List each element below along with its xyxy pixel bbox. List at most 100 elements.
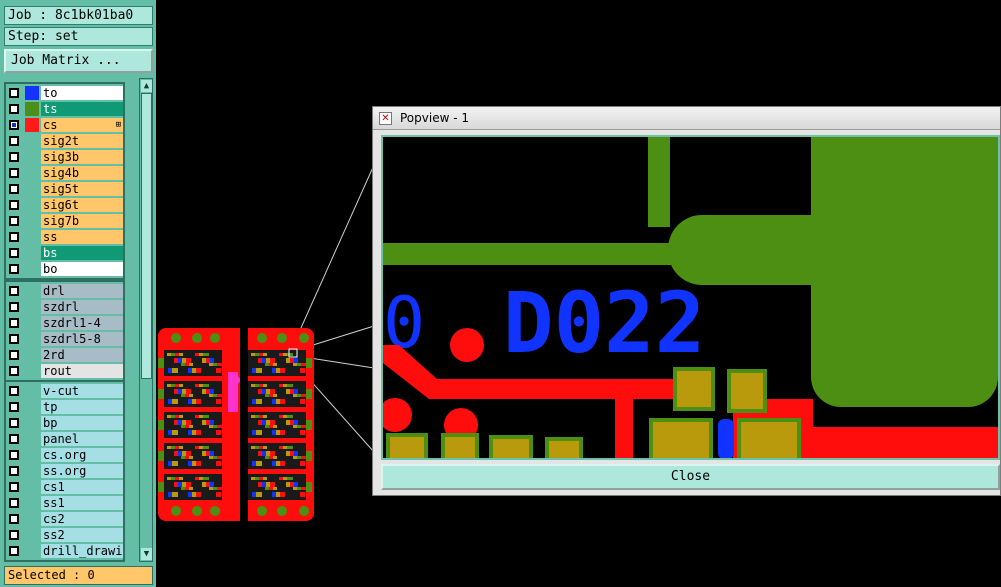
layer-checkbox[interactable] xyxy=(9,248,19,258)
layer-row-drl[interactable]: drl xyxy=(6,283,123,299)
layer-row-bo[interactable]: bo xyxy=(6,261,123,277)
layer-checkbox[interactable] xyxy=(9,184,19,194)
layer-checkbox[interactable] xyxy=(9,402,19,412)
layer-row-sig4b[interactable]: sig4b xyxy=(6,165,123,181)
layer-row-sig2t[interactable]: sig2t xyxy=(6,133,123,149)
layer-row-sig6t[interactable]: sig6t xyxy=(6,197,123,213)
layer-row-cs[interactable]: cs ⊞ xyxy=(6,117,123,133)
layer-checkbox[interactable] xyxy=(9,450,19,460)
layer-name[interactable]: drill_drawing xyxy=(41,544,123,558)
layer-row-szdrl5-8[interactable]: szdrl5-8 xyxy=(6,331,123,347)
layer-checkbox[interactable] xyxy=(9,514,19,524)
layer-row-ss[interactable]: ss xyxy=(6,229,123,245)
layer-checkbox[interactable] xyxy=(9,264,19,274)
layer-expand-icon[interactable]: ⊞ xyxy=(116,118,121,132)
layer-row-ss2[interactable]: ss2 xyxy=(6,527,123,543)
layer-row-ts[interactable]: ts xyxy=(6,101,123,117)
layer-checkbox[interactable] xyxy=(9,302,19,312)
layer-row-drill_drawing[interactable]: drill_drawing xyxy=(6,543,123,559)
scroll-thumb[interactable] xyxy=(141,93,152,379)
layer-name[interactable]: bs xyxy=(41,246,123,260)
layer-checkbox[interactable] xyxy=(9,334,19,344)
layer-name[interactable]: sig3b xyxy=(41,150,123,164)
layer-row-tp[interactable]: tp xyxy=(6,399,123,415)
popview-titlebar[interactable]: ✕ Popview - 1 xyxy=(373,107,1000,130)
layer-color-swatch[interactable] xyxy=(25,118,39,132)
layer-row-panel[interactable]: panel xyxy=(6,431,123,447)
layer-checkbox[interactable] xyxy=(9,350,19,360)
popview-zoom-area[interactable]: 0 D022 xyxy=(381,135,1000,460)
layer-name[interactable]: tp xyxy=(41,400,123,414)
layer-row-to[interactable]: to xyxy=(6,85,123,101)
layer-row-cs2[interactable]: cs2 xyxy=(6,511,123,527)
layer-checkbox[interactable] xyxy=(9,466,19,476)
layer-row-sig7b[interactable]: sig7b xyxy=(6,213,123,229)
scroll-down-icon[interactable]: ▼ xyxy=(141,548,152,560)
layer-name[interactable]: sig4b xyxy=(41,166,123,180)
layer-row-szdrl[interactable]: szdrl xyxy=(6,299,123,315)
layer-name[interactable]: cs1 xyxy=(41,480,123,494)
layer-checkbox[interactable] xyxy=(9,318,19,328)
layer-name[interactable]: szdrl1-4 xyxy=(41,316,123,330)
layer-row-v-cut[interactable]: v-cut xyxy=(6,383,123,399)
layer-name[interactable]: bo xyxy=(41,262,123,276)
layer-checkbox[interactable] xyxy=(9,168,19,178)
layer-row-bp[interactable]: bp xyxy=(6,415,123,431)
layer-checkbox[interactable] xyxy=(9,530,19,540)
layer-name[interactable]: ss1 xyxy=(41,496,123,510)
layer-row-bs[interactable]: bs xyxy=(6,245,123,261)
layer-color-swatch[interactable] xyxy=(25,86,39,100)
layer-name[interactable]: cs ⊞ xyxy=(41,118,123,132)
layer-checkbox[interactable] xyxy=(9,546,19,556)
layer-name[interactable]: to xyxy=(41,86,123,100)
layer-name[interactable]: ss xyxy=(41,230,123,244)
layer-scrollbar[interactable]: ▲ ▼ xyxy=(139,78,153,562)
close-button[interactable]: Close xyxy=(381,464,1000,490)
layer-name[interactable]: 2rd xyxy=(41,348,123,362)
job-name: Job : 8c1bk01ba0 xyxy=(4,6,153,25)
layer-name[interactable]: bp xyxy=(41,416,123,430)
layer-name[interactable]: ss.org xyxy=(41,464,123,478)
layer-row-2rd[interactable]: 2rd xyxy=(6,347,123,363)
layer-row-szdrl1-4[interactable]: szdrl1-4 xyxy=(6,315,123,331)
layer-name[interactable]: ts xyxy=(41,102,123,116)
layer-row-ss.org[interactable]: ss.org xyxy=(6,463,123,479)
job-matrix-button[interactable]: Job Matrix ... xyxy=(4,49,153,73)
layer-checkbox[interactable] xyxy=(9,482,19,492)
layer-row-sig3b[interactable]: sig3b xyxy=(6,149,123,165)
layer-name[interactable]: drl xyxy=(41,284,123,298)
scroll-up-icon[interactable]: ▲ xyxy=(141,80,152,92)
layer-checkbox[interactable] xyxy=(9,386,19,396)
layer-checkbox[interactable] xyxy=(9,152,19,162)
layer-name[interactable]: sig2t xyxy=(41,134,123,148)
layer-name[interactable]: panel xyxy=(41,432,123,446)
layer-row-cs1[interactable]: cs1 xyxy=(6,479,123,495)
layer-color-swatch[interactable] xyxy=(25,102,39,116)
layer-checkbox[interactable] xyxy=(9,434,19,444)
layer-checkbox[interactable] xyxy=(9,120,19,130)
layer-checkbox[interactable] xyxy=(9,136,19,146)
layer-row-sig5t[interactable]: sig5t xyxy=(6,181,123,197)
layer-name[interactable]: sig6t xyxy=(41,198,123,212)
layer-name[interactable]: ss2 xyxy=(41,528,123,542)
layer-checkbox[interactable] xyxy=(9,498,19,508)
layer-checkbox[interactable] xyxy=(9,200,19,210)
layer-name[interactable]: szdrl5-8 xyxy=(41,332,123,346)
layer-checkbox[interactable] xyxy=(9,216,19,226)
layer-name[interactable]: sig5t xyxy=(41,182,123,196)
layer-checkbox[interactable] xyxy=(9,286,19,296)
layer-checkbox[interactable] xyxy=(9,104,19,114)
layer-row-ss1[interactable]: ss1 xyxy=(6,495,123,511)
layer-name[interactable]: cs2 xyxy=(41,512,123,526)
layer-row-cs.org[interactable]: cs.org xyxy=(6,447,123,463)
layer-checkbox[interactable] xyxy=(9,418,19,428)
layer-checkbox[interactable] xyxy=(9,232,19,242)
layer-name[interactable]: v-cut xyxy=(41,384,123,398)
layer-checkbox[interactable] xyxy=(9,366,19,376)
layer-name[interactable]: cs.org xyxy=(41,448,123,462)
layer-name[interactable]: rout xyxy=(41,364,123,378)
layer-row-rout[interactable]: rout xyxy=(6,363,123,379)
layer-checkbox[interactable] xyxy=(9,88,19,98)
layer-name[interactable]: szdrl xyxy=(41,300,123,314)
layer-name[interactable]: sig7b xyxy=(41,214,123,228)
